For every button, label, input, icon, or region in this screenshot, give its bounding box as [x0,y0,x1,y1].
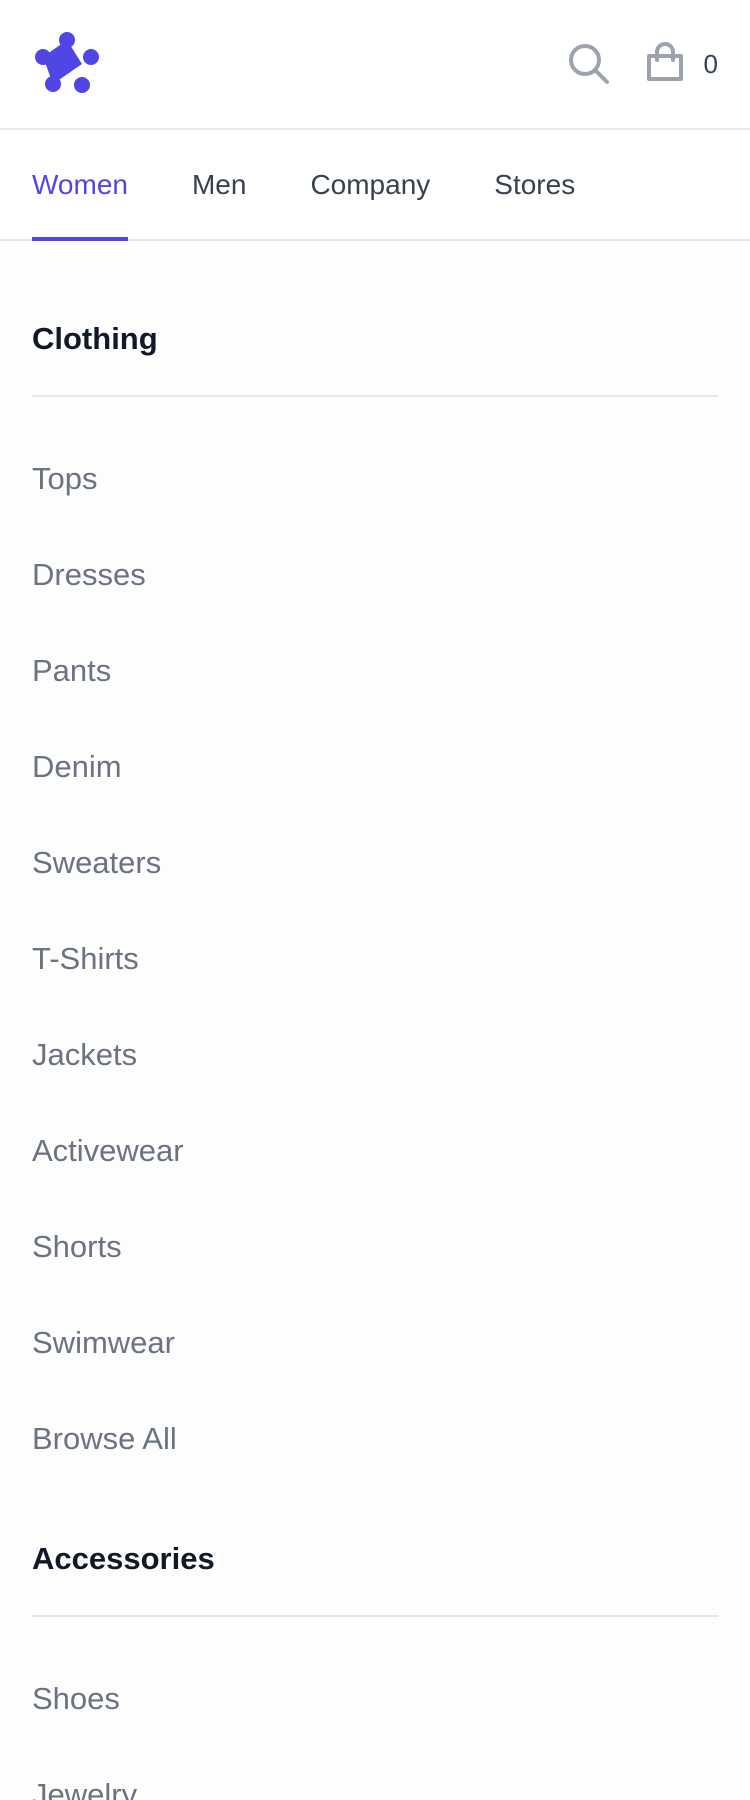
menu-item-browse-all[interactable]: Browse All [32,1391,718,1487]
menu-item-activewear[interactable]: Activewear [32,1103,718,1199]
tab-stores[interactable]: Stores [494,130,575,239]
menu-item-jewelry[interactable]: Jewelry [32,1747,718,1800]
menu-item-denim[interactable]: Denim [32,719,718,815]
cart-count: 0 [703,48,718,79]
shopping-bag-icon [646,41,684,87]
menu-item-shoes[interactable]: Shoes [32,1651,718,1747]
menu-item-dresses[interactable]: Dresses [32,527,718,623]
menu-item-shorts[interactable]: Shorts [32,1199,718,1295]
accessories-list: Shoes Jewelry [32,1617,718,1800]
menu-item-t-shirts[interactable]: T-Shirts [32,911,718,1007]
clothing-section: Clothing Tops Dresses Pants Denim Sweate… [32,241,718,1487]
accessories-section: Accessories Shoes Jewelry [32,1517,718,1800]
brand-logo-icon [35,32,99,93]
site-header: 0 [0,0,750,130]
menu-item-pants[interactable]: Pants [32,623,718,719]
tab-company[interactable]: Company [310,130,430,239]
clothing-list: Tops Dresses Pants Denim Sweaters T-Shir… [32,397,718,1487]
tab-women[interactable]: Women [32,130,128,241]
menu-item-tops[interactable]: Tops [32,431,718,527]
tab-men[interactable]: Men [192,130,246,239]
cart-button[interactable]: 0 [646,41,718,87]
logo-link[interactable] [32,31,102,97]
menu-item-swimwear[interactable]: Swimwear [32,1295,718,1391]
header-actions: 0 [568,41,718,87]
mobile-menu-page: 0 Women Men Company Stores Clothing Tops… [0,0,750,1800]
section-title-clothing: Clothing [32,241,718,397]
menu-item-sweaters[interactable]: Sweaters [32,815,718,911]
menu-item-jackets[interactable]: Jackets [32,1007,718,1103]
category-tabs: Women Men Company Stores [0,130,750,241]
search-icon[interactable] [568,43,610,85]
menu-content: Clothing Tops Dresses Pants Denim Sweate… [0,241,750,1800]
section-title-accessories: Accessories [32,1517,718,1617]
